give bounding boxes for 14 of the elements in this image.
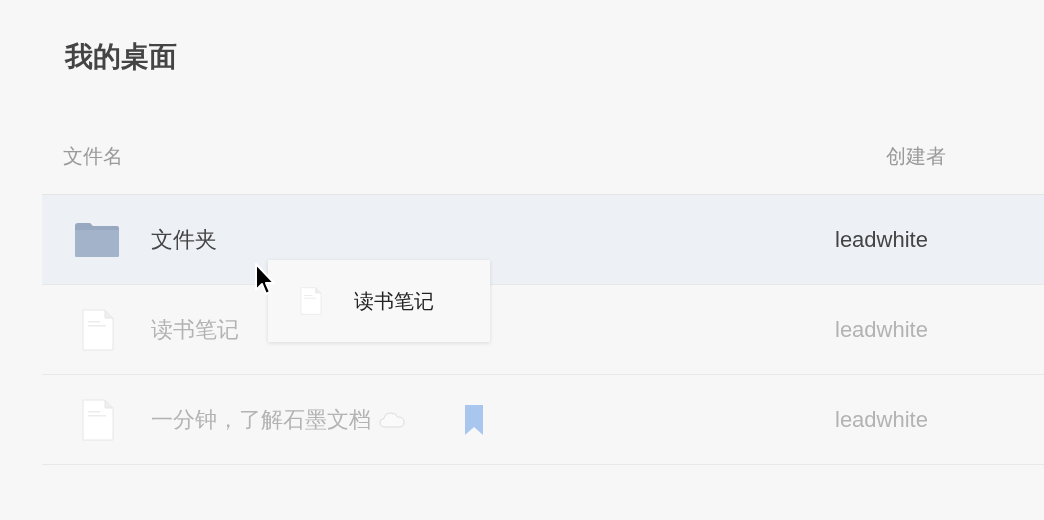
folder-icon — [74, 221, 120, 258]
column-header[interactable]: 创建者 — [886, 141, 946, 171]
bookmark-icon[interactable] — [465, 404, 483, 435]
page-title: 我的桌面 — [65, 40, 177, 74]
file-row[interactable]: 一分钟，了解石墨文档 leadwhite — [42, 375, 1044, 465]
file-name: 读书笔记 — [151, 316, 239, 344]
file-row[interactable]: 文件夹 leadwhite — [42, 195, 1044, 285]
file-name: 文件夹 — [151, 226, 217, 254]
creator-name: leadwhite — [835, 406, 929, 434]
creator-name: leadwhite — [835, 316, 929, 344]
creator-name: leadwhite — [835, 226, 929, 254]
drag-preview-label: 读书笔记 — [354, 289, 434, 314]
file-name: 一分钟，了解石墨文档 — [151, 406, 371, 434]
column-header[interactable]: 文件名 — [63, 141, 123, 171]
